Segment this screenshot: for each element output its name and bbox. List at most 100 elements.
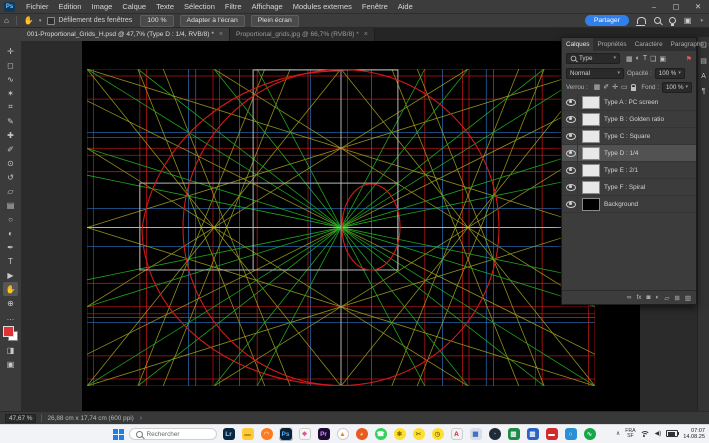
foreground-color-swatch[interactable] [3, 326, 14, 337]
document-tab[interactable]: 001-Proportional_Grids_H.psd @ 47,7% (Ty… [21, 28, 230, 41]
language-indicator[interactable]: FRA SF [625, 429, 635, 439]
path-selection-tool[interactable]: ▶ [3, 268, 18, 282]
brush-tool[interactable]: ✐ [3, 142, 18, 156]
taskbar-app-photoshop[interactable]: Ps [279, 427, 293, 441]
share-button[interactable]: Partager [585, 15, 629, 26]
notifications-bell-icon[interactable] [637, 17, 646, 24]
menu-item-fenêtre[interactable]: Fenêtre [357, 2, 393, 11]
dodge-tool[interactable]: ◐ [3, 226, 18, 240]
document-tab[interactable]: Proportional_grids.jpg @ 66,7% (RVB/8) *… [230, 28, 375, 41]
zoom-100-button[interactable]: 100 % [140, 15, 173, 27]
maximize-button[interactable]: ▢ [665, 2, 687, 11]
scroll-all-windows-checkbox[interactable] [47, 17, 55, 25]
lasso-tool[interactable]: ∿ [3, 72, 18, 86]
layer-row[interactable]: Type E : 2/1 [562, 162, 696, 179]
crop-tool[interactable]: ⌗ [3, 100, 18, 114]
visibility-toggle[interactable] [565, 94, 578, 110]
taskbar-app-photos[interactable]: ❖ [298, 427, 312, 441]
zoom-tool[interactable]: ⊕ [3, 296, 18, 310]
close-button[interactable]: ✕ [687, 2, 709, 11]
opacity-select[interactable]: 100 % ▾ [655, 68, 685, 79]
lock-all-icon[interactable] [631, 87, 636, 91]
filter-shape-layers-icon[interactable]: ❑ [650, 55, 656, 63]
screen-mode-button[interactable]: ▣ [3, 357, 18, 371]
taskbar-app-lightroom[interactable]: Lr [222, 427, 236, 441]
wifi-icon[interactable] [641, 430, 650, 437]
filter-smart-objects-icon[interactable]: ▣ [659, 55, 666, 63]
layer-row[interactable]: Type A : PC screen [562, 94, 696, 111]
taskbar-app-whatsapp[interactable]: ☎ [374, 427, 388, 441]
visibility-toggle[interactable] [565, 179, 578, 195]
layer-row[interactable]: Background [562, 196, 696, 213]
tab-close-icon[interactable]: × [364, 31, 368, 38]
taskbar-app-app-red-band[interactable]: ▬ [545, 427, 559, 441]
visibility-toggle[interactable] [565, 111, 578, 127]
layer-row[interactable]: Type F : Spiral [562, 179, 696, 196]
pen-tool[interactable]: ✒ [3, 240, 18, 254]
layer-row[interactable]: Type D : 1/4 [562, 145, 696, 162]
edit-toolbar-tool[interactable]: … [3, 310, 18, 324]
hand-tool-icon[interactable]: ✋ [24, 16, 34, 25]
search-icon[interactable] [654, 17, 661, 24]
lock-pixels-icon[interactable]: ✐ [603, 83, 609, 91]
start-button[interactable] [113, 429, 124, 440]
history-brush-tool[interactable]: ↺ [3, 170, 18, 184]
healing-brush-tool[interactable]: ✚ [3, 128, 18, 142]
layer-effects-icon[interactable]: fx [636, 294, 641, 301]
menu-item-sélection[interactable]: Sélection [179, 2, 220, 11]
zoom-level-field[interactable]: 47,67 % [5, 414, 36, 423]
chevron-down-icon[interactable]: ▾ [700, 18, 703, 24]
hand-tool[interactable]: ✋ [3, 282, 18, 296]
menu-item-image[interactable]: Image [86, 2, 117, 11]
taskbar-app-file-explorer[interactable]: ▬ [241, 427, 255, 441]
panel-tab-paragraphe[interactable]: Paragraphe [667, 38, 708, 51]
taskbar-app-premiere[interactable]: Pr [317, 427, 331, 441]
visibility-toggle[interactable] [565, 128, 578, 144]
taskbar-app-app-green-book[interactable]: ▥ [507, 427, 521, 441]
lock-artboard-icon[interactable]: ▭ [621, 83, 628, 91]
full-screen-button[interactable]: Plein écran [251, 15, 299, 27]
visibility-toggle[interactable] [565, 162, 578, 178]
panel-tab-propriétés[interactable]: Propriétés [593, 38, 630, 51]
layer-group-icon[interactable]: ▱ [664, 294, 669, 302]
visibility-toggle[interactable] [565, 145, 578, 161]
filter-type-layers-icon[interactable]: T [643, 55, 647, 63]
rectangular-marquee-tool[interactable]: ◻ [3, 58, 18, 72]
clone-stamp-tool[interactable]: ⊙ [3, 156, 18, 170]
link-layers-icon[interactable]: ∞ [627, 294, 632, 301]
taskbar-app-app-yellow-cut[interactable]: ✂ [412, 427, 426, 441]
menu-item-edition[interactable]: Edition [54, 2, 87, 11]
discover-lamp-icon[interactable] [669, 17, 676, 24]
speaker-icon[interactable]: ◀) [655, 430, 662, 437]
taskbar-app-app-yellow-clock[interactable]: ◷ [431, 427, 445, 441]
type-tool[interactable]: T [3, 254, 18, 268]
workspace-icon[interactable]: ▣ [684, 16, 692, 25]
menu-item-fichier[interactable]: Fichier [21, 2, 54, 11]
taskbar-app-app-blue-chat[interactable]: ○ [564, 427, 578, 441]
move-tool[interactable]: ✛ [3, 44, 18, 58]
panel-tab-caractère[interactable]: Caractère [631, 38, 667, 51]
taskbar-app-app-dark-circle[interactable]: ◔ [488, 427, 502, 441]
menu-item-filtre[interactable]: Filtre [220, 2, 247, 11]
document-canvas[interactable] [87, 69, 595, 386]
taskbar-app-firefox[interactable]: ◠ [260, 427, 274, 441]
status-arrow-icon[interactable]: › [140, 415, 142, 422]
blur-tool[interactable]: ○ [3, 212, 18, 226]
lock-transparency-icon[interactable]: ▦ [594, 83, 601, 91]
delete-layer-icon[interactable]: ▥ [685, 294, 691, 302]
color-swatches[interactable] [3, 326, 18, 341]
taskbar-app-app-yellow-gear[interactable]: ✱ [393, 427, 407, 441]
menu-item-aide[interactable]: Aide [393, 2, 418, 11]
taskbar-app-app-green-circle[interactable]: ∿ [583, 427, 597, 441]
layer-row[interactable]: Type B : Golden ratio [562, 111, 696, 128]
clock[interactable]: 07:07 14.08.25 [683, 428, 705, 440]
panel-tab-calques[interactable]: Calques [562, 38, 593, 51]
filter-pixel-layers-icon[interactable]: ▦ [626, 55, 633, 63]
battery-icon[interactable] [666, 430, 678, 437]
menu-item-texte[interactable]: Texte [151, 2, 179, 11]
gradient-tool[interactable]: ▤ [3, 198, 18, 212]
taskbar-app-acrobat[interactable]: A [450, 427, 464, 441]
new-layer-icon[interactable]: ⊞ [674, 294, 679, 302]
adjustment-layer-icon[interactable]: ◐ [655, 294, 659, 301]
lock-position-icon[interactable]: ✛ [612, 83, 618, 91]
